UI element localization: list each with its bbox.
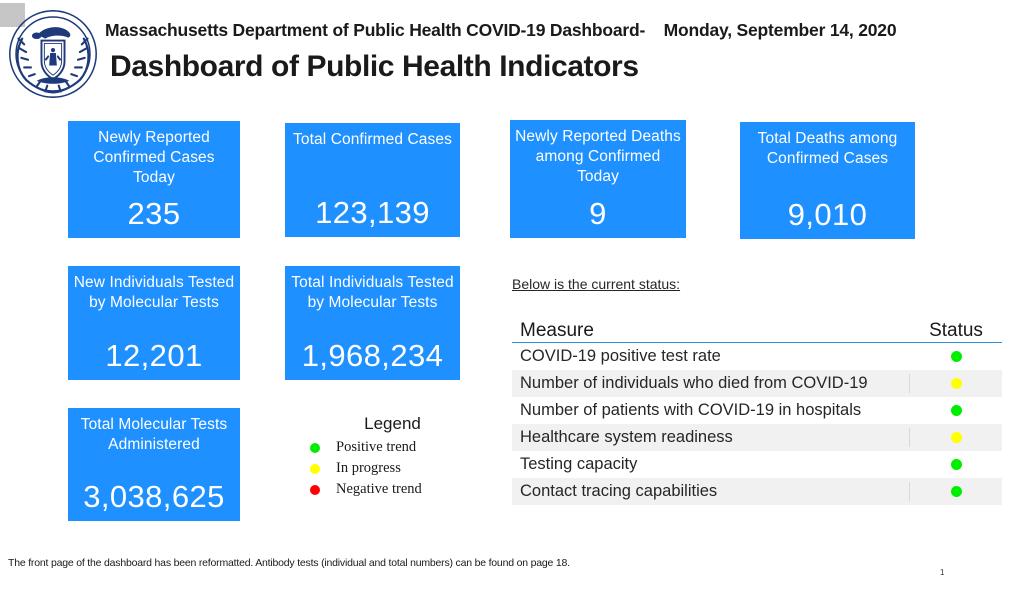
page-number: 1 — [940, 568, 945, 577]
legend-item-label: Negative trend — [336, 481, 422, 497]
status-cell — [910, 486, 1002, 497]
stat-card-total-individuals-tested: Total Individuals Tested by Molecular Te… — [285, 266, 460, 380]
stat-card-label: Newly Reported Confirmed Cases Today — [93, 129, 215, 186]
table-row: Testing capacity — [512, 451, 1002, 478]
column-header-status: Status — [929, 320, 983, 341]
stat-card-value: 9,010 — [787, 197, 868, 232]
stat-card-label: Total Confirmed Cases — [293, 131, 452, 148]
status-cell — [910, 432, 1002, 443]
agency-title: Massachusetts Department of Public Healt… — [105, 20, 646, 40]
yellow-dot-icon — [310, 463, 320, 474]
measure-label: COVID-19 positive test rate — [512, 347, 910, 366]
table-row: Number of patients with COVID-19 in hosp… — [512, 397, 1002, 424]
stat-card-label: Total Deaths among Confirmed Cases — [757, 130, 898, 167]
legend-title: Legend — [364, 414, 421, 433]
red-dot-icon — [310, 484, 320, 495]
green-dot-icon — [950, 405, 962, 416]
stat-card-total-molecular-tests: Total Molecular Tests Administered 3,038… — [68, 408, 240, 521]
table-row: Number of individuals who died from COVI… — [512, 370, 1002, 397]
stat-card-label: New Individuals Tested by Molecular Test… — [73, 274, 235, 311]
measure-label: Testing capacity — [512, 455, 910, 474]
table-row: Healthcare system readiness — [512, 424, 1002, 451]
measure-label: Healthcare system readiness — [512, 428, 910, 447]
green-dot-icon — [310, 442, 320, 453]
table-row: COVID-19 positive test rate — [512, 343, 1002, 370]
green-dot-icon — [950, 486, 962, 497]
massachusetts-dph-seal-icon — [5, 6, 101, 102]
stat-card-new-deaths: Newly Reported Deaths among Confirmed To… — [510, 120, 686, 238]
measure-label: Number of individuals who died from COVI… — [512, 374, 910, 393]
report-date: Monday, September 14, 2020 — [663, 20, 897, 40]
stat-card-total-confirmed-cases: Total Confirmed Cases 123,139 — [285, 123, 460, 237]
stat-card-total-deaths: Total Deaths among Confirmed Cases 9,010 — [740, 122, 915, 239]
table-row: Contact tracing capabilities — [512, 478, 1002, 505]
status-cell — [910, 405, 1002, 416]
legend-item-label: Positive trend — [336, 439, 417, 455]
page-title: Dashboard of Public Health Indicators — [110, 50, 639, 83]
yellow-dot-icon — [950, 432, 962, 443]
legend: Legend Positive trend In progress Negati… — [296, 414, 481, 500]
status-cell — [910, 459, 1002, 470]
column-header-measure: Measure — [520, 320, 594, 341]
header-subtitle-line: Massachusetts Department of Public Healt… — [105, 20, 1010, 46]
status-intro-text: Below is the current status: — [512, 276, 681, 292]
footnote: The front page of the dashboard has been… — [8, 557, 570, 569]
stat-card-value: 12,201 — [105, 338, 203, 373]
green-dot-icon — [950, 459, 962, 470]
stat-card-label: Total Individuals Tested by Molecular Te… — [291, 274, 454, 311]
status-table: Measure Status COVID-19 positive test ra… — [512, 308, 1002, 505]
stat-card-new-confirmed-cases: Newly Reported Confirmed Cases Today 235 — [68, 121, 240, 238]
stat-card-label: Newly Reported Deaths among Confirmed To… — [515, 128, 681, 185]
stat-card-label: Total Molecular Tests Administered — [80, 416, 228, 453]
stat-card-value: 3,038,625 — [83, 479, 225, 514]
stat-card-value: 9 — [589, 196, 607, 231]
stat-card-value: 235 — [127, 196, 181, 231]
legend-item-in-progress: In progress — [296, 458, 481, 479]
measure-label: Contact tracing capabilities — [512, 482, 910, 501]
stat-card-value: 123,139 — [315, 195, 430, 230]
yellow-dot-icon — [950, 378, 962, 389]
legend-item-positive-trend: Positive trend — [296, 437, 481, 458]
stat-card-new-individuals-tested: New Individuals Tested by Molecular Test… — [68, 266, 240, 380]
legend-item-negative-trend: Negative trend — [296, 479, 481, 500]
legend-item-label: In progress — [336, 460, 401, 476]
measure-label: Number of patients with COVID-19 in hosp… — [512, 401, 910, 420]
status-cell — [910, 351, 1002, 362]
green-dot-icon — [950, 351, 962, 362]
status-table-header: Measure Status — [512, 308, 1002, 343]
status-cell — [910, 378, 1002, 389]
stat-card-value: 1,968,234 — [301, 338, 444, 373]
